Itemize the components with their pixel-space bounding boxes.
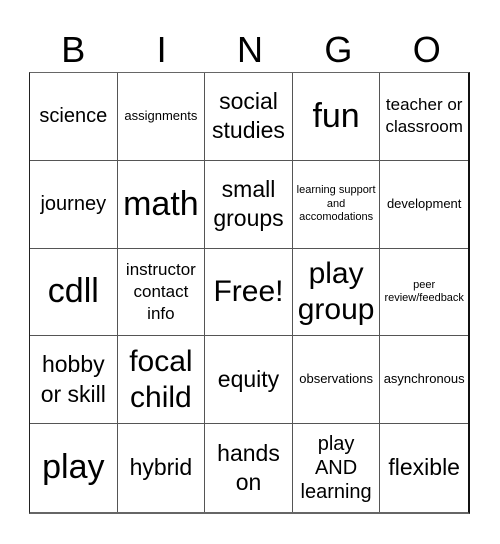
bingo-cell[interactable]: social studies: [205, 73, 293, 161]
bingo-cell-text: cdll: [47, 272, 99, 311]
header-letter-o: O: [412, 29, 441, 70]
bingo-board: science assignments social studies fun teach…: [29, 72, 470, 514]
bingo-cell[interactable]: equity: [205, 336, 293, 425]
bingo-cell-text: learning support and accomodations: [296, 184, 376, 223]
header-letter-i: I: [156, 29, 167, 70]
bingo-cell-text: assignments: [124, 107, 198, 123]
bingo-cell[interactable]: hands on: [205, 424, 293, 512]
bingo-cell-text: flexible: [388, 454, 460, 481]
bingo-cell[interactable]: asynchronous: [380, 336, 468, 425]
bingo-cell[interactable]: assignments: [117, 73, 206, 161]
bingo-cell[interactable]: small groups: [205, 160, 293, 249]
bingo-cell-text: small groups: [213, 175, 284, 232]
bingo-cell[interactable]: play AND learning: [293, 424, 381, 512]
bingo-cell[interactable]: math: [117, 160, 206, 249]
bingo-cell[interactable]: play group: [292, 248, 381, 337]
bingo-cell[interactable]: focal child: [117, 336, 206, 425]
bingo-cell-text: social studies: [212, 87, 285, 144]
bingo-cell-text: observations: [299, 371, 373, 387]
bingo-cell-text: math: [123, 184, 199, 223]
bingo-cell[interactable]: fun: [292, 73, 381, 161]
bingo-cell-text: science: [39, 105, 108, 128]
bingo-cell[interactable]: play: [30, 424, 118, 512]
header-letter-b: B: [61, 29, 86, 70]
bingo-cell-text: play: [42, 448, 105, 487]
bingo-cell[interactable]: peer review/feedback: [380, 249, 468, 337]
bingo-cell[interactable]: observations: [292, 336, 381, 425]
bingo-cell-text: focal child: [129, 344, 193, 414]
bingo-cell-text: hands on: [217, 439, 280, 496]
bingo-cell-text: equity: [217, 366, 280, 393]
bingo-cell[interactable]: hybrid: [118, 424, 206, 512]
bingo-cell-text: journey: [40, 193, 107, 216]
bingo-cell[interactable]: development: [380, 161, 468, 249]
bingo-header: B I N G O: [29, 28, 471, 72]
bingo-cell-text: hybrid: [129, 454, 193, 481]
bingo-cell[interactable]: flexible: [380, 424, 468, 512]
bingo-cell-text: fun: [312, 96, 360, 135]
bingo-cell-text: development: [386, 195, 462, 211]
header-letter-n: N: [236, 29, 263, 70]
header-letter-g: G: [324, 29, 353, 70]
bingo-cell-text: asynchronous: [383, 371, 465, 387]
bingo-cell[interactable]: Free!: [205, 248, 293, 337]
bingo-cell[interactable]: instructor contact info: [117, 248, 206, 337]
bingo-cell-text: teacher or classroom: [385, 95, 463, 137]
bingo-cell[interactable]: science: [30, 73, 118, 161]
bingo-cell[interactable]: cdll: [30, 248, 118, 337]
bingo-cell-text: play group: [297, 256, 375, 326]
bingo-cell-text: peer review/feedback: [384, 278, 464, 304]
bingo-cell[interactable]: hobby or skill: [30, 336, 118, 425]
bingo-cell-text: Free!: [213, 274, 284, 308]
bingo-cell-text: hobby or skill: [40, 351, 106, 407]
bingo-cell[interactable]: teacher or classroom: [380, 73, 468, 161]
bingo-cell-text: play AND learning: [300, 433, 372, 504]
bingo-cell[interactable]: learning support and accomodations: [292, 160, 381, 249]
bingo-cell[interactable]: journey: [30, 160, 118, 249]
bingo-cell-text: instructor contact info: [125, 259, 196, 324]
